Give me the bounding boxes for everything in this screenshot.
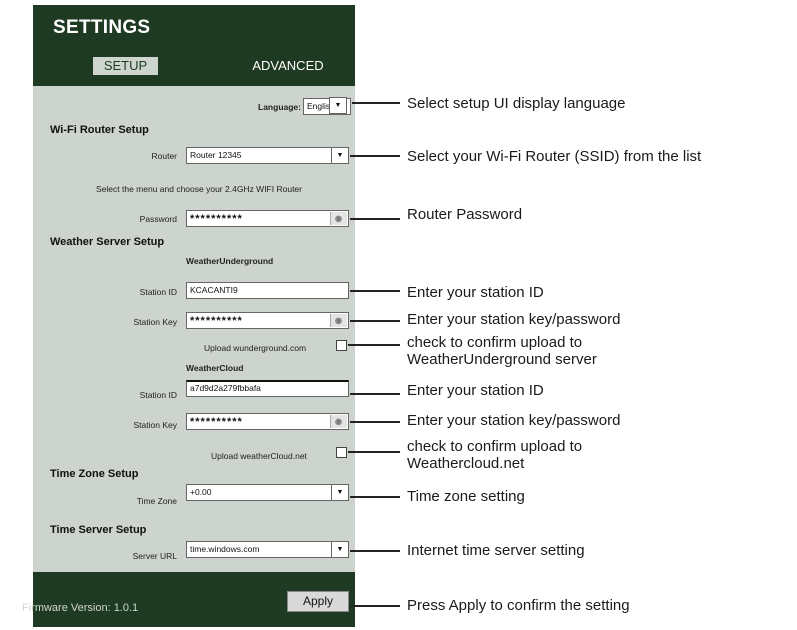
callout-line [350,496,400,498]
wu-station-id-input[interactable]: KCACANTI9 [186,282,349,299]
wu-station-key-label: Station Key [133,317,177,327]
callout-line [352,102,400,104]
tab-setup[interactable]: SETUP [93,57,158,75]
router-hint: Select the menu and choose your 2.4GHz W… [96,184,302,194]
wc-station-key-value: ********** [190,416,243,428]
callout-line [350,421,400,423]
eye-icon[interactable]: ◉ [330,314,347,327]
eye-icon[interactable]: ◉ [330,415,347,428]
wc-name: WeatherCloud [186,363,244,373]
callout-line [350,605,400,607]
language-label: Language: [258,102,301,112]
callout-line [350,290,400,292]
annotation-wc-upload: check to confirm upload to Weathercloud.… [407,438,583,472]
dropdown-arrow-icon[interactable]: ▼ [331,542,348,557]
annotation-router: Select your Wi-Fi Router (SSID) from the… [407,148,702,165]
annotation-wu-station-id: Enter your station ID [407,284,544,301]
router-value: Router 12345 [190,150,242,160]
settings-panel: SETTINGS SETUP ADVANCED Language: Englis… [33,5,355,627]
password-value: ********** [190,213,243,225]
wu-station-id-value: KCACANTI9 [190,285,238,295]
router-select[interactable]: Router 12345 ▼ [186,147,349,164]
tab-advanced[interactable]: ADVANCED [248,57,328,75]
wu-upload-checkbox[interactable] [336,340,347,351]
wc-station-key-input[interactable]: ********** ◉ [186,413,349,430]
callout-line [350,320,400,322]
timezone-value: +0.00 [190,487,212,497]
wu-station-key-value: ********** [190,315,243,327]
callout-line [350,218,400,220]
callout-line [350,155,400,157]
timeserver-value: time.windows.com [190,544,260,554]
eye-icon[interactable]: ◉ [330,212,347,225]
timezone-heading: Time Zone Setup [50,468,139,480]
dropdown-arrow-icon[interactable]: ▼ [329,97,347,114]
timeserver-label: Server URL [132,551,177,561]
timeserver-heading: Time Server Setup [50,524,147,536]
wu-station-key-input[interactable]: ********** ◉ [186,312,349,329]
annotation-password: Router Password [407,206,523,223]
router-label: Router [151,151,177,161]
wc-station-id-label: Station ID [139,390,177,400]
settings-header: SETTINGS SETUP ADVANCED [33,5,355,86]
wc-station-key-label: Station Key [133,420,177,430]
annotation-wu-station-key: Enter your station key/password [407,311,621,328]
wc-station-id-value: a7d9d2a279fbbafa [190,383,261,393]
weather-heading: Weather Server Setup [50,236,165,248]
wc-upload-checkbox[interactable] [336,447,347,458]
annotation-timezone: Time zone setting [407,488,525,505]
callout-line [348,451,400,453]
annotation-wc-station-id: Enter your station ID [407,382,544,399]
wc-station-id-input[interactable]: a7d9d2a279fbbafa [186,380,349,397]
dropdown-arrow-icon[interactable]: ▼ [331,148,348,163]
dropdown-arrow-icon[interactable]: ▼ [331,485,348,500]
callout-line [350,393,400,395]
callout-line [350,550,400,552]
apply-button[interactable]: Apply [287,591,349,612]
annotation-language: Select setup UI display language [407,95,626,112]
annotation-wc-station-key: Enter your station key/password [407,412,621,429]
annotation-timeserver: Internet time server setting [407,542,585,559]
firmware-version: Firmware Version: 1.0.1 [22,602,139,614]
timezone-label: Time Zone [136,496,177,506]
page-title: SETTINGS [53,17,151,38]
wu-upload-label: Upload wunderground.com [204,343,307,353]
annotation-apply: Press Apply to confirm the setting [407,597,630,614]
wu-name: WeatherUnderground [186,256,274,266]
timeserver-select[interactable]: time.windows.com ▼ [186,541,349,558]
password-field[interactable]: ********** ◉ [186,210,349,227]
password-label: Password [139,214,177,224]
callout-line [348,344,400,346]
wc-upload-label: Upload weatherCloud.net [211,451,307,461]
wu-station-id-label: Station ID [139,287,177,297]
annotation-wu-upload: check to confirm upload to WeatherUnderg… [407,334,597,368]
wifi-heading: Wi-Fi Router Setup [50,124,149,136]
timezone-select[interactable]: +0.00 ▼ [186,484,349,501]
